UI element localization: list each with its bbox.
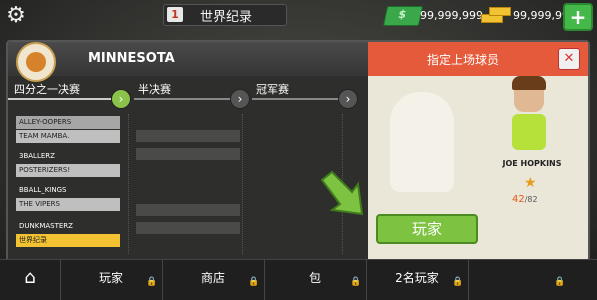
empty-player-slot[interactable] [390, 92, 454, 192]
play-button[interactable]: 玩家 [376, 214, 478, 244]
player-select-title: 指定上场球员 [426, 53, 499, 67]
star-icon: ★ [524, 175, 537, 191]
nav-shop[interactable]: 商店 🔒 [162, 260, 265, 300]
semifinal-slot [136, 148, 240, 160]
tab-semifinal[interactable]: 半决赛 [138, 81, 171, 97]
home-icon: ⌂ [24, 267, 36, 288]
nav-home[interactable]: ⌂ [0, 260, 61, 300]
lock-icon: 🔒 [452, 277, 464, 287]
nav-two-players-label: 2名玩家 [395, 271, 439, 285]
lock-icon: 🔒 [248, 277, 260, 287]
nav-more[interactable]: 🔒 [468, 260, 597, 300]
player-rating: 42/82 [512, 194, 538, 205]
nav-pack[interactable]: 包 🔒 [264, 260, 367, 300]
nav-two-players[interactable]: 2名玩家 🔒 [366, 260, 469, 300]
semifinal-slot [136, 130, 240, 142]
semifinal-slot [136, 204, 240, 216]
rating-value: 42 [512, 194, 525, 205]
record-label: 世界纪录 [200, 10, 253, 25]
team-slot: DUNKMASTERZ [19, 222, 73, 230]
player-select-panel: 指定上场球员 ✕ JOE HOPKINS ★ 42/82 玩家 [368, 42, 588, 260]
world-record-badge: 1 世界纪录 [163, 4, 287, 26]
player-select-header: 指定上场球员 ✕ [368, 42, 588, 76]
team-slot: ALLEY-OOPERS [16, 116, 120, 129]
nav-players-label: 玩家 [98, 271, 123, 285]
lock-icon: 🔒 [350, 277, 362, 287]
round-tabs: 四分之一决赛 › 半决赛 › 冠军赛 › [8, 76, 368, 109]
lock-icon: 🔒 [146, 277, 158, 287]
tab-final[interactable]: 冠军赛 [256, 81, 289, 97]
team-slot-player: 世界纪录 [16, 234, 120, 247]
gold-icon [481, 6, 511, 24]
close-button[interactable]: ✕ [558, 48, 580, 70]
tab-quarterfinal[interactable]: 四分之一决赛 [14, 81, 80, 97]
cash-icon [382, 6, 424, 26]
team-name: MINNESOTA [88, 51, 175, 66]
add-currency-button[interactable]: + [563, 3, 593, 31]
semifinal-slot [136, 222, 240, 234]
team-slot: TEAM MAMBA. [16, 130, 120, 143]
record-rank: 1 [167, 7, 183, 22]
rating-max: /82 [524, 195, 538, 204]
lock-icon: 🔒 [554, 277, 566, 287]
bracket: ALLEY-OOPERS TEAM MAMBA. 3BALLERZ POSTER… [8, 102, 368, 258]
player-avatar[interactable] [500, 76, 562, 160]
bottom-nav: ⌂ 玩家 🔒 商店 🔒 包 🔒 2名玩家 🔒 🔒 [0, 259, 597, 300]
team-slot: 3BALLERZ [19, 152, 55, 160]
team-slot: THE VIPERS [16, 198, 120, 211]
cash-amount: 99,999,999 [420, 9, 483, 22]
tournament-panel: MINNESOTA 四分之一决赛 › 半决赛 › 冠军赛 › ALLEY-OOP… [6, 40, 590, 262]
nav-pack-label: 包 [308, 271, 321, 285]
nav-shop-label: 商店 [200, 271, 225, 285]
team-slot: BBALL_KINGS [19, 186, 67, 194]
player-name: JOE HOPKINS [502, 159, 562, 168]
team-slot: POSTERIZERS! [16, 164, 120, 177]
gear-icon[interactable]: ⚙ [4, 4, 28, 28]
nav-players[interactable]: 玩家 🔒 [60, 260, 163, 300]
arrow-pointer-icon [320, 170, 364, 216]
panel-header: MINNESOTA [8, 42, 368, 82]
